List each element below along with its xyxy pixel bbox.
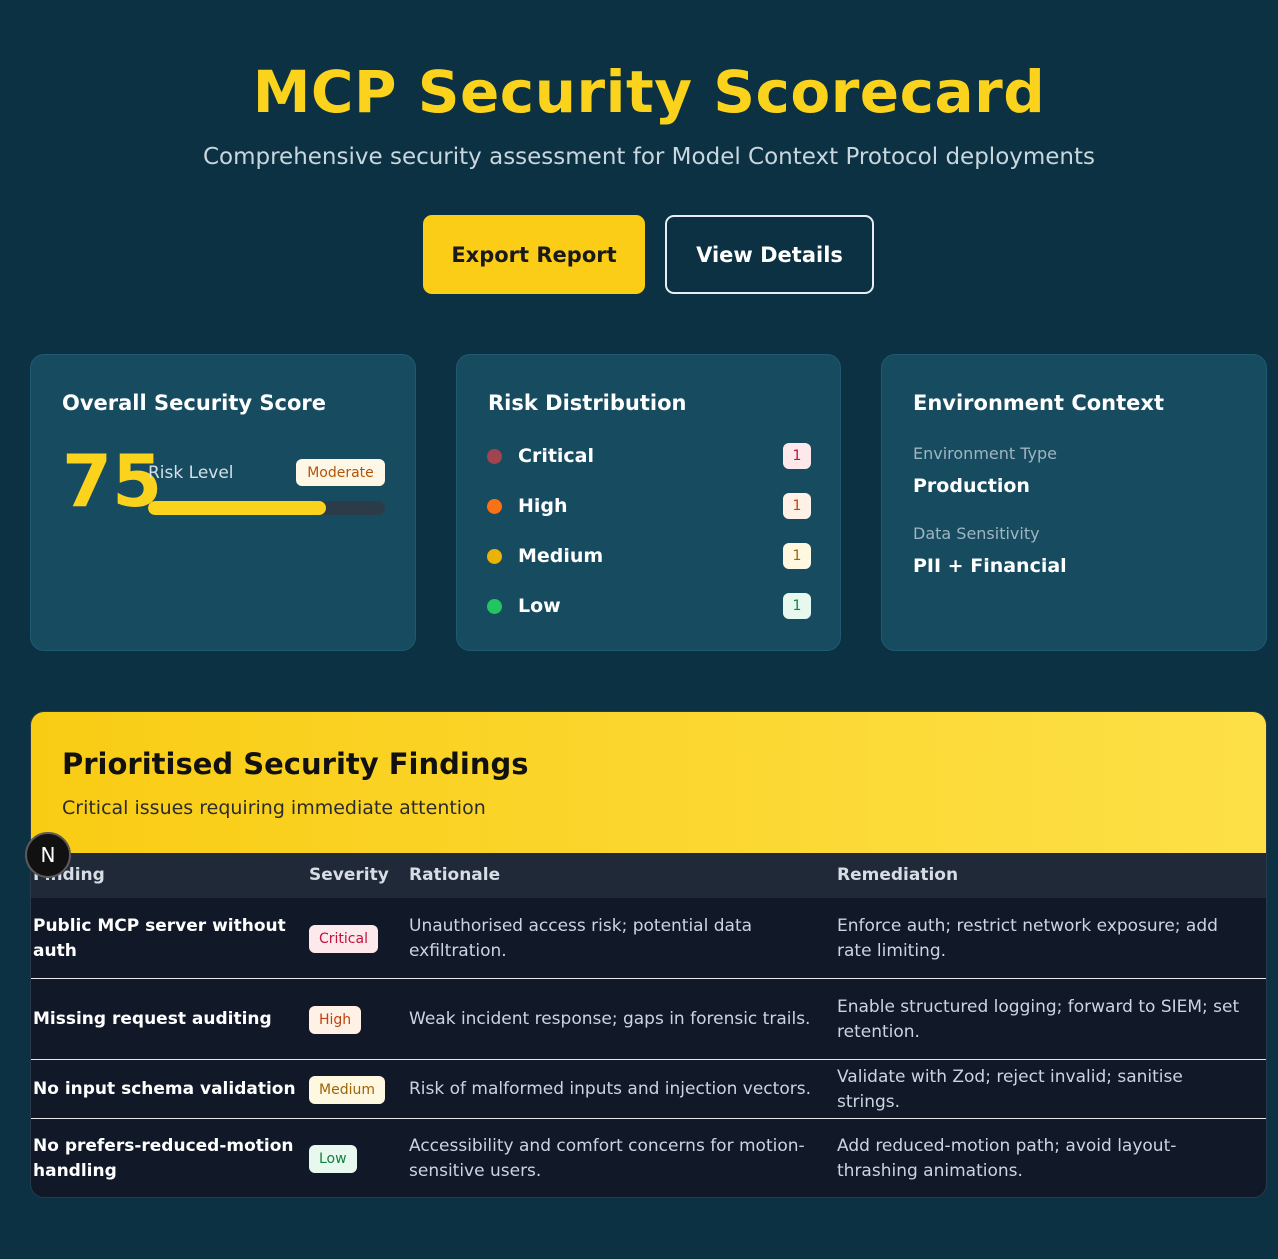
finding-cell: No prefers-reduced-motion handling [33,1136,294,1181]
findings-subtitle: Critical issues requiring immediate atte… [62,797,486,819]
rationale-cell: Unauthorised access risk; potential data… [409,915,753,961]
table-row: No prefers-reduced-motion handling Low Acc… [31,1119,1266,1197]
risk-row-low: Low 1 [487,593,811,619]
severity-badge: Medium [309,1075,385,1104]
risk-distribution-card: Risk Distribution Critical 1 High 1 Medium 1 L… [456,354,841,651]
findings-panel: Prioritised Security Findings Critical i… [30,711,1267,1198]
severity-badge: Critical [309,924,378,953]
overall-score-card: Overall Security Score 75 Risk Level Mod… [30,354,416,651]
card-title: Environment Context [913,391,1164,415]
risk-label: Low [518,595,561,617]
severity-dot-icon [487,498,502,514]
remediation-cell: Add reduced-motion path; avoid layout-th… [837,1136,1177,1181]
environment-type-label: Environment Type [913,444,1057,463]
remediation-cell: Enable structured logging; forward to SI… [837,996,1240,1042]
risk-row-medium: Medium 1 [487,543,811,569]
environment-type-value: Production [913,475,1030,497]
risk-level-label: Risk Level [148,463,234,483]
page-title: MCP Security Scorecard [252,58,1046,126]
severity-dot-icon [487,448,502,464]
severity-dot-icon [487,598,502,614]
risk-count-badge: 1 [783,543,811,569]
data-sensitivity-label: Data Sensitivity [913,524,1040,543]
risk-count-badge: 1 [783,593,811,619]
table-row: Missing request auditing High Weak inciden… [31,979,1266,1060]
export-report-button[interactable]: Export Report [423,215,645,294]
column-header-severity: Severity [309,865,389,885]
severity-badge: Low [309,1145,357,1173]
rationale-cell: Weak incident response; gaps in forensic… [409,1009,811,1029]
risk-row-high: High 1 [487,493,811,519]
score-progress-fill [148,501,326,515]
card-title: Overall Security Score [62,391,326,415]
environment-context-card: Environment Context Environment Type Pro… [881,354,1267,651]
floating-n-badge[interactable]: N [25,832,71,878]
findings-title: Prioritised Security Findings [62,747,529,781]
rationale-cell: Accessibility and comfort concerns for m… [409,1136,805,1181]
view-details-button[interactable]: View Details [665,215,874,294]
finding-cell: No input schema validation [33,1079,296,1099]
remediation-cell: Enforce auth; restrict network exposure;… [837,915,1218,961]
finding-cell: Public MCP server without auth [33,915,286,961]
page-subtitle: Comprehensive security assessment for Mo… [202,144,1096,170]
risk-label: High [518,495,568,517]
risk-label: Medium [518,545,604,567]
risk-label: Critical [518,445,595,467]
data-sensitivity-value: PII + Financial [913,555,1067,577]
table-row: No input schema validation Medium Risk of … [31,1060,1266,1119]
page: MCP Security Scorecard Comprehensive sec… [0,0,1278,1259]
findings-header: Prioritised Security Findings Critical i… [31,712,1266,853]
column-header-rationale: Rationale [409,865,501,885]
table-row: Public MCP server without auth Critical Un… [31,898,1266,979]
risk-count-badge: 1 [783,493,811,519]
card-title: Risk Distribution [488,391,687,415]
finding-cell: Missing request auditing [33,1009,272,1029]
column-header-remediation: Remediation [837,865,959,885]
severity-dot-icon [487,548,502,564]
risk-row-critical: Critical 1 [487,443,811,469]
rationale-cell: Risk of malformed inputs and injection v… [409,1079,811,1099]
severity-badge: High [309,1005,362,1034]
findings-table-header: Finding Severity Rationale Remediation [31,853,1266,898]
score-progress-bar [148,501,385,515]
risk-count-badge: 1 [783,443,811,469]
remediation-cell: Validate with Zod; reject invalid; sanit… [837,1066,1183,1112]
risk-level-badge: Moderate [296,459,385,486]
